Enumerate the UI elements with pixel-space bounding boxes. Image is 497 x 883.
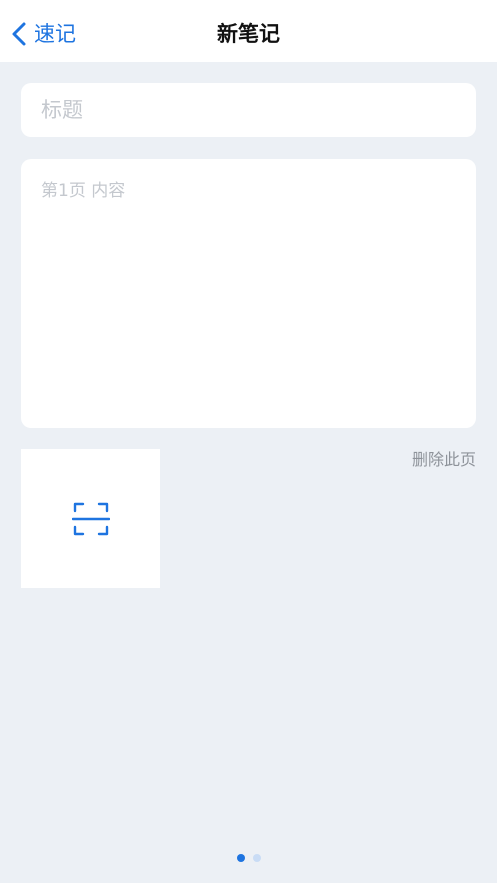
back-button-label: 速记 [34, 21, 76, 46]
title-input[interactable] [21, 83, 476, 137]
scan-icon [71, 500, 110, 538]
page-dot-1[interactable] [236, 854, 245, 862]
page-indicator [0, 854, 497, 862]
delete-page-button[interactable]: 删除此页 [412, 450, 476, 470]
title-card [21, 83, 476, 137]
scan-button[interactable] [21, 449, 160, 588]
page-dot-2[interactable] [252, 854, 261, 862]
content-card [21, 159, 476, 428]
back-button[interactable]: 速记 [10, 18, 76, 50]
chevron-left-icon [10, 21, 28, 47]
navigation-bar: 速记 新笔记 [0, 0, 497, 62]
content-textarea[interactable] [21, 159, 476, 428]
